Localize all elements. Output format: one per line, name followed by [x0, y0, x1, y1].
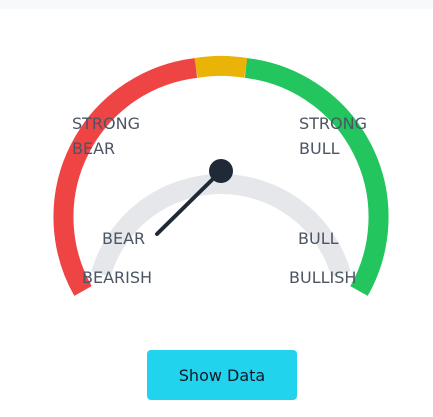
label-bear: BEAR	[102, 229, 145, 248]
label-bull: BULL	[298, 229, 339, 248]
label-strong-bull-line2: BULL	[299, 139, 340, 158]
show-data-button[interactable]: Show Data	[147, 350, 297, 400]
label-strong-bear-line2: BEAR	[72, 139, 115, 158]
gauge-zone-strong-bull	[244, 58, 389, 296]
label-strong-bull-line1: STRONG	[299, 114, 367, 133]
label-bearish: BEARISH	[82, 268, 152, 287]
label-strong-bear-line1: STRONG	[72, 114, 140, 133]
label-bullish: BULLISH	[289, 268, 356, 287]
gauge-needle-hub	[209, 159, 233, 183]
gauge-zone-strong-bear	[53, 58, 198, 296]
gauge-zone-neutral	[194, 55, 248, 78]
